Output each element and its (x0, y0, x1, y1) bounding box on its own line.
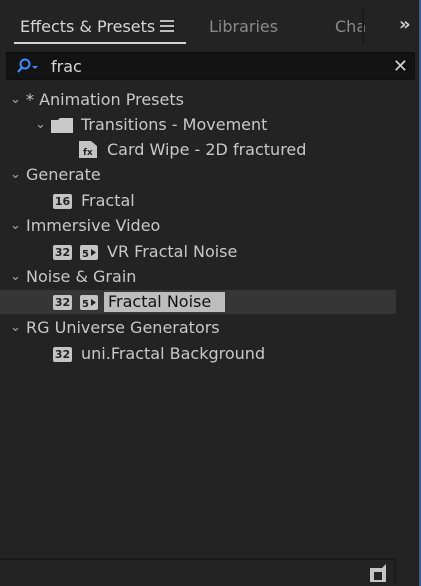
effects-presets-panel: Effects & Presets Libraries Cha » frac ✕… (0, 0, 421, 586)
panel-tab-bar: Effects & Presets Libraries Cha » (0, 0, 419, 47)
panel-overflow-icon[interactable]: » (399, 14, 411, 35)
tree-item-label: * Animation Presets (26, 90, 184, 109)
tree-effect-uni-fractal-background[interactable]: 32 uni.Fractal Background (0, 342, 396, 366)
bpc-16-icon: 16 (53, 194, 72, 209)
chevron-down-icon[interactable]: ⌄ (10, 88, 24, 112)
tree-effect-fractal-noise[interactable]: 32 5 Fractal Noise (0, 290, 396, 314)
tree-item-label: Card Wipe - 2D fractured (107, 140, 307, 159)
gpu-accelerated-icon: 5 (80, 245, 98, 260)
bpc-32-icon: 32 (53, 295, 72, 310)
gpu-accelerated-icon: 5 (80, 295, 98, 310)
tree-group-animation-presets[interactable]: ⌄ * Animation Presets (0, 88, 396, 112)
ffx-preset-icon: fx (79, 141, 97, 158)
svg-text:5: 5 (82, 249, 89, 260)
tree-item-label: Immersive Video (26, 216, 161, 235)
tree-group-generate[interactable]: ⌄ Generate (0, 163, 396, 187)
tree-item-label: VR Fractal Noise (107, 242, 238, 261)
tab-divider (362, 9, 364, 45)
tree-group-rg-universe-generators[interactable]: ⌄ RG Universe Generators (0, 316, 396, 340)
tree-item-label: Transitions - Movement (81, 115, 268, 134)
folder-icon (51, 118, 73, 133)
chevron-down-icon[interactable]: ⌄ (10, 163, 24, 187)
chevron-down-icon[interactable]: ⌄ (35, 113, 49, 137)
bpc-32-icon: 32 (53, 347, 72, 362)
tree-item-label: uni.Fractal Background (81, 344, 266, 363)
search-field[interactable]: frac ✕ (6, 52, 415, 80)
svg-text:5: 5 (82, 299, 89, 310)
bpc-32-icon: 32 (53, 245, 72, 260)
chevron-down-icon[interactable]: ⌄ (10, 214, 24, 238)
clear-search-icon[interactable]: ✕ (393, 56, 408, 77)
tab-effects-presets[interactable]: Effects & Presets (20, 17, 155, 36)
tree-item-label: Fractal (81, 191, 135, 210)
search-input[interactable]: frac (51, 57, 82, 76)
new-bin-icon[interactable] (370, 564, 386, 582)
panel-footer (0, 558, 396, 584)
tree-item-label: Noise & Grain (26, 267, 137, 286)
tree-item-label: Generate (26, 165, 101, 184)
tree-group-immersive-video[interactable]: ⌄ Immersive Video (0, 214, 396, 238)
tree-effect-vr-fractal-noise[interactable]: 32 5 VR Fractal Noise (0, 240, 396, 264)
tree-preset-card-wipe[interactable]: fx Card Wipe - 2D fractured (0, 138, 396, 162)
panel-menu-icon[interactable] (160, 20, 174, 32)
search-icon[interactable] (17, 58, 39, 74)
tree-item-label: RG Universe Generators (26, 318, 220, 337)
tree-group-noise-grain[interactable]: ⌄ Noise & Grain (0, 265, 396, 289)
tree-effect-fractal[interactable]: 16 Fractal (0, 189, 396, 213)
svg-text:fx: fx (83, 148, 93, 158)
chevron-down-icon[interactable]: ⌄ (10, 265, 24, 289)
tab-libraries[interactable]: Libraries (209, 17, 278, 36)
tree-item-label: Fractal Noise (104, 292, 226, 312)
chevron-down-icon[interactable]: ⌄ (10, 316, 24, 340)
tree-folder-transitions-movement[interactable]: ⌄ Transitions - Movement (0, 113, 396, 137)
active-tab-underline (14, 42, 186, 44)
